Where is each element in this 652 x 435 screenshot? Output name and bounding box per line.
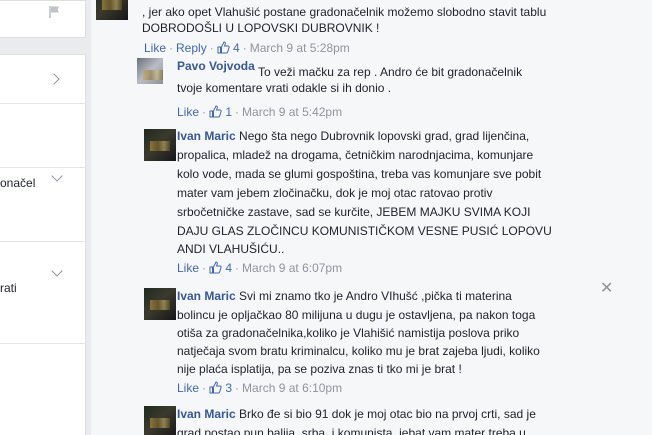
thumbs-up-icon <box>217 41 230 54</box>
comment-author[interactable]: Pavo Vojvoda <box>177 59 255 73</box>
comment-text-line: nije plaća isplatija, pa se poziva znas … <box>177 362 462 376</box>
comment-text-line: ANDI VLAHUŠIĆU.. <box>177 242 285 256</box>
reply-link[interactable]: Reply <box>176 41 207 55</box>
comment-text-line: propalica, mladež na drogama, četničkim … <box>177 148 534 162</box>
timestamp[interactable]: March 9 at 5:42pm <box>242 105 342 119</box>
comment-text-line: otiša za gradonačelnika,koliko je Vlahiš… <box>177 326 520 340</box>
comment-author[interactable]: Ivan Maric <box>177 407 236 421</box>
like-link[interactable]: Like <box>177 105 199 119</box>
thumbs-up-icon <box>209 105 222 118</box>
left-sidebar: onačel rati <box>0 0 91 435</box>
comment-text-line: DOBRODOŠLI U LOPOVSKI DUBROVNIK ! <box>142 21 380 35</box>
comment-actions: Like · 4 · March 9 at 6:07pm <box>177 261 343 275</box>
thumbs-up-icon <box>209 261 222 274</box>
left-card-list: onačel rati <box>0 54 86 435</box>
comment-line: Pavo Vojvoda To veži mačku za rep . Andr… <box>177 59 523 80</box>
divider <box>0 241 85 242</box>
comment-line: Ivan Maric Svi mi znamo tko je Andro VIh… <box>177 288 512 304</box>
comment-text-line: srbočetničke zastave, sad se kurčite, JE… <box>177 205 531 219</box>
avatar[interactable] <box>137 58 163 84</box>
left-row-1[interactable] <box>0 55 85 104</box>
comment-text: Svi mi znamo tko je Andro VIhušć ,pička … <box>239 289 512 303</box>
timestamp[interactable]: March 9 at 5:28pm <box>250 41 350 55</box>
like-count[interactable]: 4 <box>233 41 240 55</box>
comment-author[interactable]: Ivan Maric <box>177 129 236 143</box>
comment-text-line: DAJU GLAS ZLOČINCU KOMUNISTIČKOM VESNE P… <box>177 224 552 238</box>
timestamp[interactable]: March 9 at 6:07pm <box>242 261 342 275</box>
comment-text-line: mater vam jebem zločinačku, dok je moj o… <box>177 186 493 200</box>
comment-text-line: grad postao pun balija, srba, i komunist… <box>177 426 526 435</box>
comment-text: Brko đe si bio 91 dok je moj otac bio na… <box>239 407 536 421</box>
left-item-label[interactable]: onačel <box>0 175 35 191</box>
divider <box>0 343 85 344</box>
left-card-top <box>0 0 86 38</box>
comment-text-line: tvoje komentare vrati odakle si ih donio… <box>177 81 392 95</box>
comment-line: Ivan Maric Brko đe si bio 91 dok je moj … <box>177 406 536 422</box>
comment-line: Ivan Maric Nego šta nego Dubrovnik lopov… <box>177 128 529 144</box>
like-link[interactable]: Like <box>177 261 199 275</box>
comment-actions: Like · 3 · March 9 at 6:10pm <box>177 381 343 395</box>
avatar[interactable] <box>144 288 176 320</box>
avatar[interactable] <box>144 406 176 435</box>
chevron-down-icon[interactable] <box>51 265 63 277</box>
comment-actions: Like · 1 · March 9 at 5:42pm <box>177 105 343 119</box>
close-icon[interactable]: ✕ <box>600 278 613 298</box>
like-link[interactable]: Like <box>177 381 199 395</box>
avatar[interactable] <box>144 129 176 161</box>
timestamp[interactable]: March 9 at 6:10pm <box>242 381 342 395</box>
comment-text: Nego šta nego Dubrovnik lopovski grad, g… <box>239 129 530 143</box>
comment-text-line: , jer ako opet Vlahušić postane gradonač… <box>142 5 547 19</box>
avatar[interactable] <box>96 0 128 20</box>
chevron-down-icon[interactable] <box>51 170 63 182</box>
left-item-label[interactable]: rati <box>0 280 17 296</box>
comment-thread: , jer ako opet Vlahušić postane gradonač… <box>91 0 652 435</box>
comment-author[interactable]: Ivan Maric <box>177 289 236 303</box>
thumbs-up-icon <box>209 381 222 394</box>
chevron-right-icon[interactable] <box>48 73 60 85</box>
comment-text: To veži mačku za rep . Andro će bit grad… <box>257 65 523 79</box>
comment-text-line: natječaja svom bratu kriminalcu, koliko … <box>177 344 540 358</box>
flag-icon[interactable] <box>48 5 62 19</box>
comment-text-line: bolincu je opljačkao 80 milijuna u dugu … <box>177 308 536 322</box>
comment-text-line: kolo vode, mada se glumi gospoština, tre… <box>177 167 542 181</box>
like-link[interactable]: Like <box>144 41 166 55</box>
comment-actions: Like · Reply · 4 · March 9 at 5:28pm <box>144 41 350 55</box>
divider <box>0 167 85 168</box>
